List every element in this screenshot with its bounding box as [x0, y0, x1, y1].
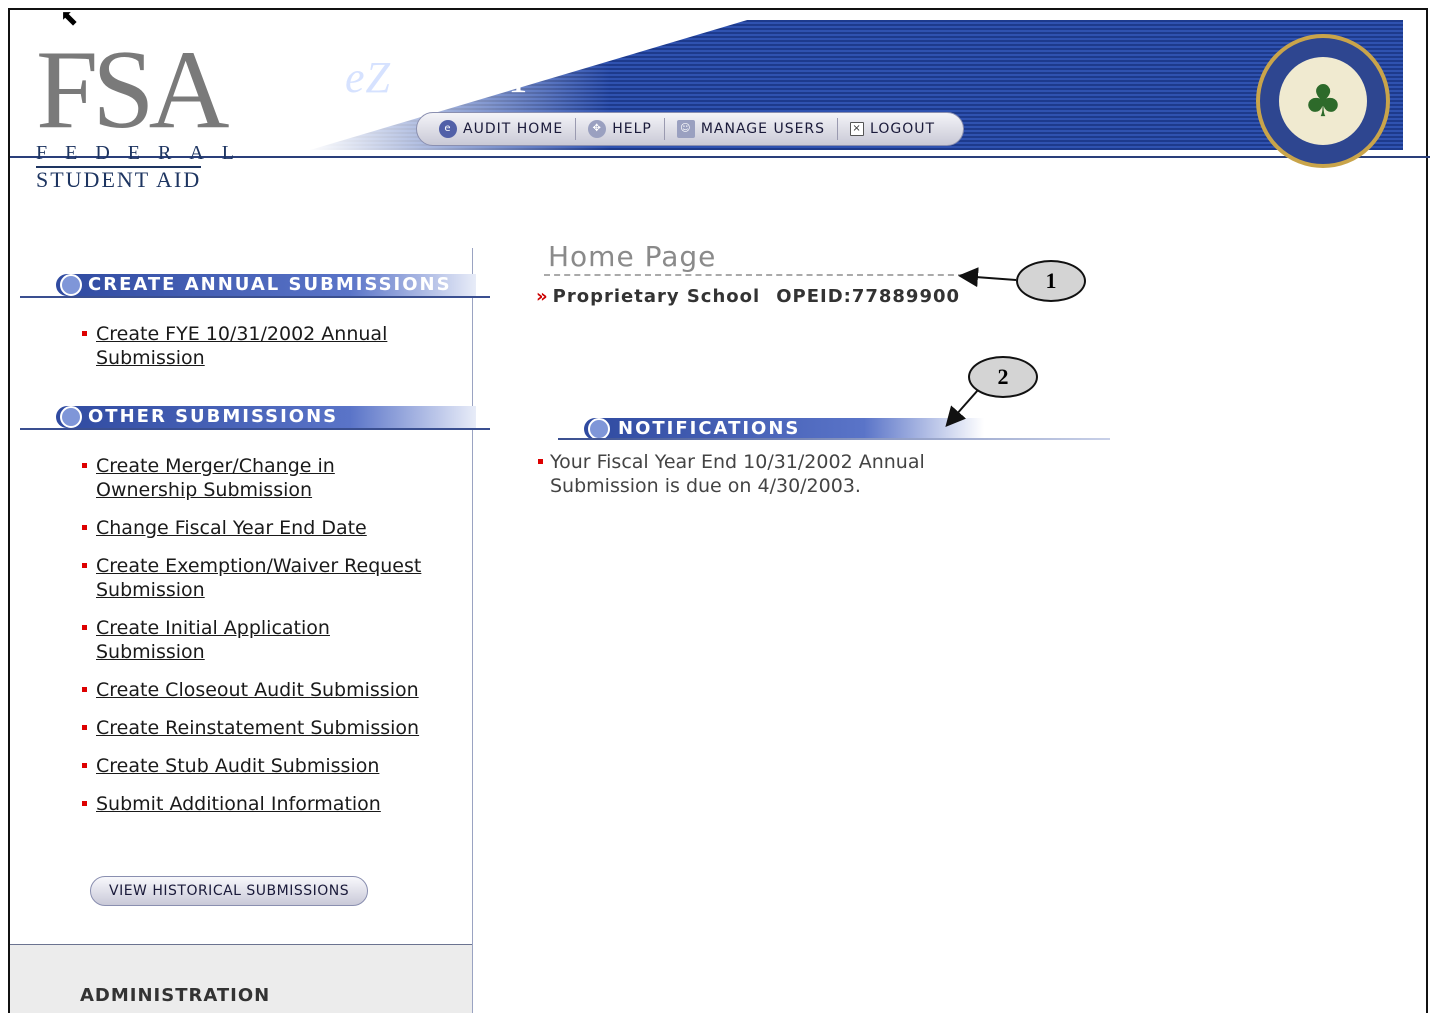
list-item: Submit Additional Information	[82, 792, 442, 816]
ez-icon: e	[439, 120, 457, 138]
section-title: NOTIFICATIONS	[618, 418, 801, 439]
school-info: » Proprietary School OPEID:77889900	[536, 286, 960, 307]
tree-icon: ♣	[1279, 57, 1367, 145]
app-title-ez: eZ	[345, 53, 391, 102]
app-title: eZAUDIT	[345, 52, 533, 103]
title-divider	[544, 274, 964, 276]
chevron-icon: »	[536, 286, 549, 307]
create-closeout-audit-link[interactable]: Create Closeout Audit Submission	[96, 679, 419, 701]
users-icon: ☺	[676, 120, 695, 138]
logout-icon: ×	[850, 122, 865, 136]
section-title: OTHER SUBMISSIONS	[88, 406, 339, 427]
create-reinstatement-link[interactable]: Create Reinstatement Submission	[96, 717, 419, 739]
nav-logout[interactable]: × LOGOUT	[838, 118, 947, 140]
change-fiscal-year-link[interactable]: Change Fiscal Year End Date	[96, 517, 367, 539]
nav-label: HELP	[612, 121, 652, 137]
list-item: Create Stub Audit Submission	[82, 754, 442, 778]
administration-label: ADMINISTRATION	[80, 985, 271, 1006]
list-item: Create Merger/Change in Ownership Submis…	[82, 454, 442, 502]
create-stub-audit-link[interactable]: Create Stub Audit Submission	[96, 755, 379, 777]
other-submissions-heading: OTHER SUBMISSIONS	[20, 402, 490, 432]
nav-label: AUDIT HOME	[463, 121, 564, 137]
ez-icon	[60, 406, 82, 428]
list-item: Create FYE 10/31/2002 Annual Submission	[82, 322, 442, 370]
other-links-list: Create Merger/Change in Ownership Submis…	[82, 454, 442, 830]
section-title: CREATE ANNUAL SUBMISSIONS	[88, 274, 452, 295]
nav-label: MANAGE USERS	[700, 121, 826, 137]
callout-1: 1	[1016, 260, 1086, 302]
mouse-cursor-icon: ⬉	[60, 6, 79, 31]
fsa-logo[interactable]: FSA FEDERAL STUDENT AID	[36, 16, 252, 192]
school-name: Proprietary School	[552, 286, 761, 307]
opeid: OPEID:77889900	[776, 286, 961, 307]
callout-2: 2	[968, 356, 1038, 398]
department-of-education-seal-icon: ♣	[1256, 34, 1390, 168]
ez-icon	[60, 274, 82, 296]
app-title-rest: AUDIT	[391, 53, 533, 102]
annual-links-list: Create FYE 10/31/2002 Annual Submission	[82, 322, 442, 384]
sidebar-divider	[472, 248, 473, 1013]
page-frame: FSA FEDERAL STUDENT AID eZAUDIT e AUDIT H…	[8, 8, 1430, 1013]
nav-help[interactable]: ✥ HELP	[576, 118, 665, 140]
nav-audit-home[interactable]: e AUDIT HOME	[427, 118, 577, 140]
create-annual-submissions-heading: CREATE ANNUAL SUBMISSIONS	[20, 270, 490, 300]
nav-label: LOGOUT	[870, 121, 936, 137]
main-nav: e AUDIT HOME ✥ HELP ☺ MANAGE USERS × LOGOUT	[416, 112, 965, 146]
list-item: Change Fiscal Year End Date	[82, 516, 442, 540]
create-initial-application-link[interactable]: Create Initial Application Submission	[96, 617, 330, 663]
nav-manage-users[interactable]: ☺ MANAGE USERS	[665, 118, 839, 140]
fsa-logo-federal: FEDERAL	[36, 142, 252, 164]
list-item: Create Initial Application Submission	[82, 616, 442, 664]
list-item: Create Reinstatement Submission	[82, 716, 442, 740]
list-item: Create Closeout Audit Submission	[82, 678, 442, 702]
create-annual-submission-link[interactable]: Create FYE 10/31/2002 Annual Submission	[96, 323, 387, 369]
create-merger-link[interactable]: Create Merger/Change in Ownership Submis…	[96, 455, 335, 501]
header-banner: FSA FEDERAL STUDENT AID eZAUDIT e AUDIT H…	[10, 10, 1430, 192]
create-exemption-link[interactable]: Create Exemption/Waiver Request Submissi…	[96, 555, 421, 601]
list-item: Create Exemption/Waiver Request Submissi…	[82, 554, 442, 602]
fsa-logo-student-aid: STUDENT AID	[36, 166, 202, 192]
submit-additional-info-link[interactable]: Submit Additional Information	[96, 793, 381, 815]
fsa-logo-letters: FSA	[36, 28, 229, 152]
help-icon: ✥	[588, 120, 607, 138]
notifications-heading: NOTIFICATIONS	[558, 414, 1110, 444]
view-historical-submissions-button[interactable]: VIEW HISTORICAL SUBMISSIONS	[90, 876, 369, 906]
ez-icon	[588, 418, 610, 440]
notification-item: Your Fiscal Year End 10/31/2002 Annual S…	[538, 450, 998, 498]
page-title: Home Page	[548, 240, 717, 273]
